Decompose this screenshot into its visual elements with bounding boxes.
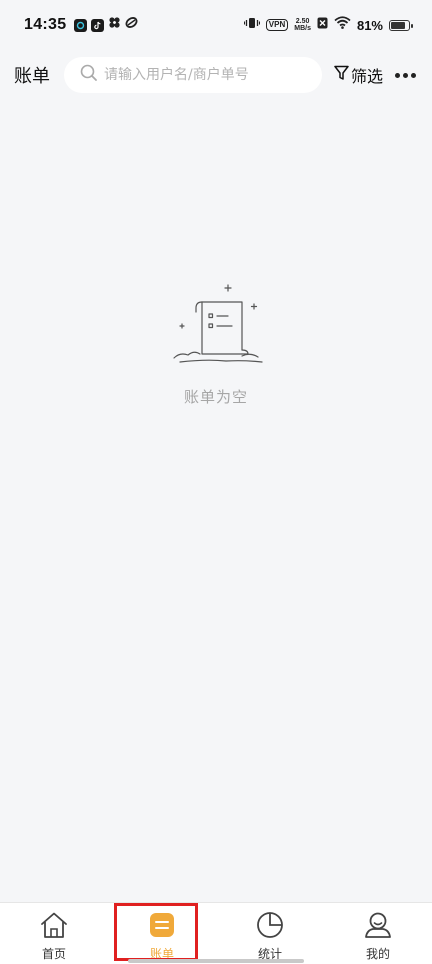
pie-chart-icon (255, 911, 285, 943)
swirl-icon (125, 16, 138, 34)
empty-state: 账单为空 (0, 280, 432, 407)
pinwheel-icon (108, 16, 121, 34)
notification-icons (74, 16, 138, 34)
filter-button[interactable]: 筛选 (334, 63, 383, 87)
battery-level (391, 21, 405, 29)
app-notification-icon (74, 18, 88, 32)
more-dot (411, 72, 416, 78)
tab-home-label: 首页 (41, 947, 66, 961)
wifi-icon (334, 16, 351, 34)
app-screen: 14:35 VPN 2.50 MB/s 81% 账单 请输入用户名/商户单号 筛… (0, 0, 432, 964)
home-icon (39, 911, 69, 943)
status-right: VPN 2.50 MB/s 81% (243, 16, 413, 34)
speed-unit: MB/s (294, 25, 311, 32)
search-icon (80, 64, 98, 86)
profile-icon (363, 911, 393, 943)
tab-profile[interactable]: 我的 (324, 903, 432, 964)
vibrate-icon (243, 16, 260, 34)
empty-message: 账单为空 (183, 388, 248, 406)
more-dot (395, 72, 400, 78)
search-bar[interactable] (64, 57, 322, 93)
speed-value: 2.50 (295, 18, 310, 25)
no-sim-icon (317, 16, 328, 34)
tiktok-icon (91, 18, 105, 32)
tab-home[interactable]: 首页 (0, 903, 108, 964)
filter-icon (334, 65, 349, 85)
empty-scroll-icon (166, 280, 266, 372)
battery-icon (389, 19, 413, 31)
vpn-indicator: VPN (265, 19, 289, 31)
filter-label: 筛选 (351, 67, 384, 86)
page-header: 账单 筛选 (0, 56, 432, 94)
tab-statistics[interactable]: 统计 (216, 903, 324, 964)
more-dot (403, 72, 408, 78)
status-bar: 14:35 VPN 2.50 MB/s 81% (0, 0, 432, 50)
home-indicator[interactable] (128, 959, 304, 963)
search-input[interactable] (104, 67, 314, 83)
bottom-tab-bar: 首页 账单 统计 我的 (0, 902, 432, 964)
page-title: 账单 (14, 66, 50, 87)
bill-icon (147, 911, 177, 943)
tab-profile-label: 我的 (365, 947, 390, 961)
status-time: 14:35 (24, 16, 67, 33)
more-options-button[interactable] (393, 69, 418, 82)
battery-percent: 81% (356, 17, 383, 33)
network-speed: 2.50 MB/s (294, 18, 311, 32)
tab-bill[interactable]: 账单 (108, 903, 216, 964)
